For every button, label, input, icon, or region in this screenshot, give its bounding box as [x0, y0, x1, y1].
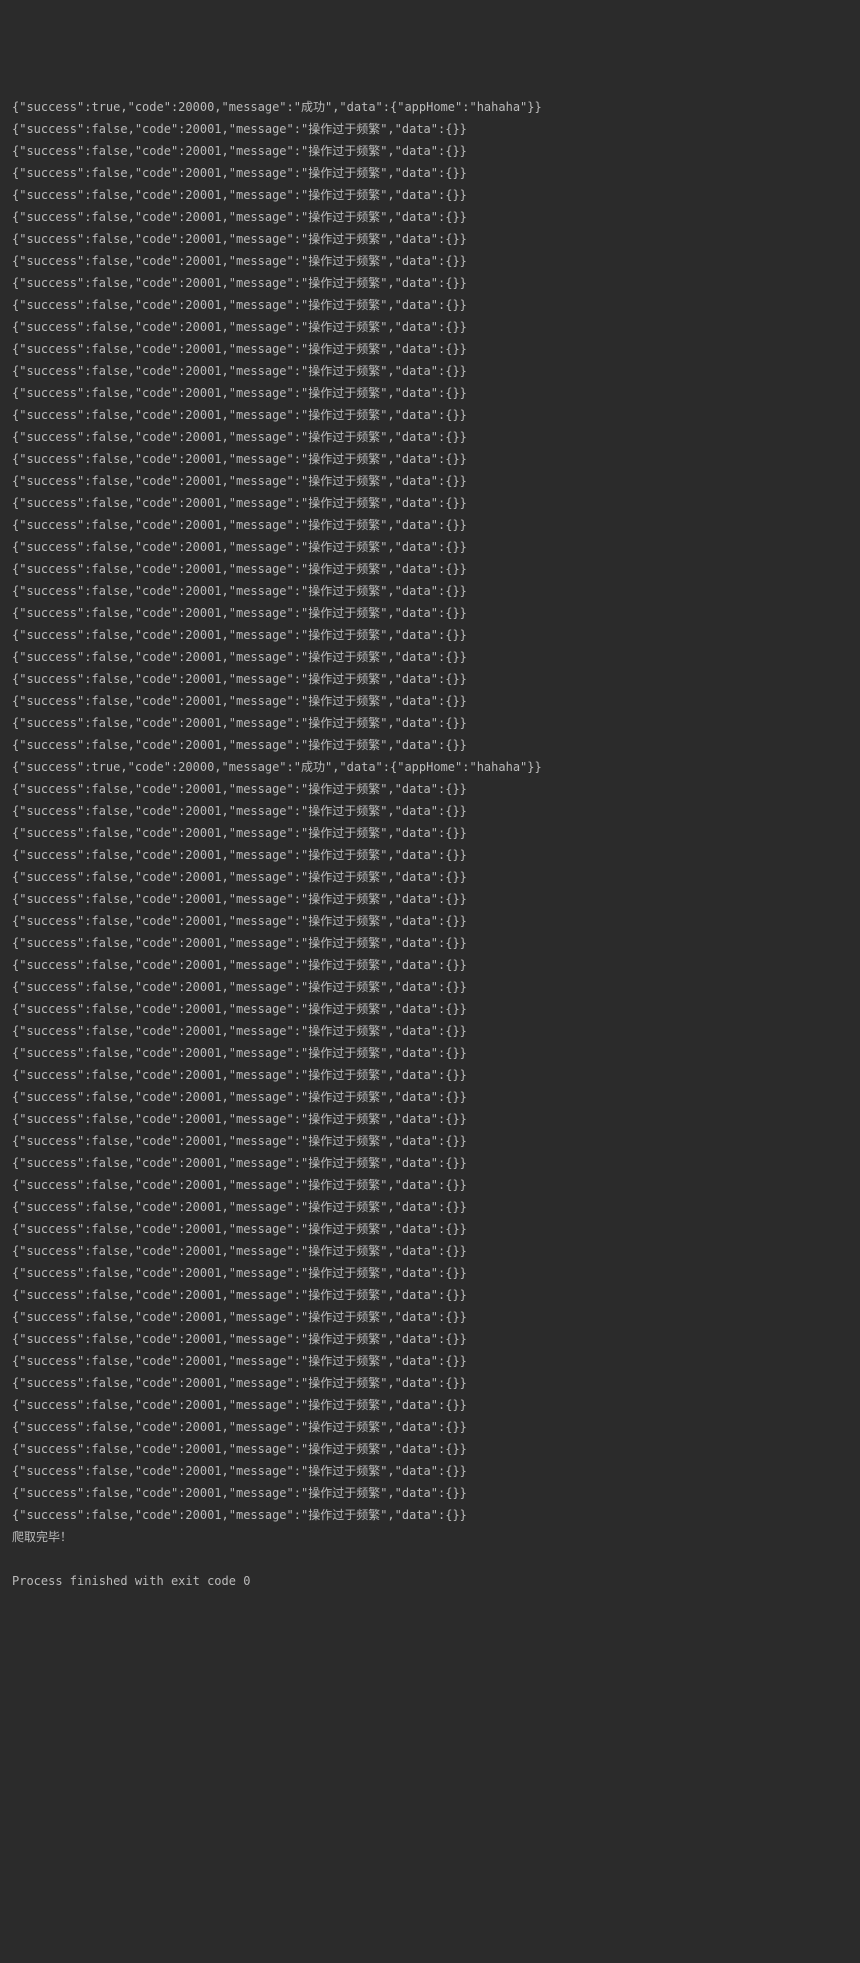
log-line-fail: {"success":false,"code":20001,"message":…: [12, 1262, 848, 1284]
log-line-fail: {"success":false,"code":20001,"message":…: [12, 536, 848, 558]
log-line-fail: {"success":false,"code":20001,"message":…: [12, 910, 848, 932]
log-line-fail: {"success":false,"code":20001,"message":…: [12, 1460, 848, 1482]
log-line-fail: {"success":false,"code":20001,"message":…: [12, 338, 848, 360]
log-line-fail: {"success":false,"code":20001,"message":…: [12, 822, 848, 844]
log-line-fail: {"success":false,"code":20001,"message":…: [12, 712, 848, 734]
log-line-fail: {"success":false,"code":20001,"message":…: [12, 1130, 848, 1152]
log-line-fail: {"success":false,"code":20001,"message":…: [12, 1504, 848, 1526]
log-line-fail: {"success":false,"code":20001,"message":…: [12, 866, 848, 888]
log-line-fail: {"success":false,"code":20001,"message":…: [12, 184, 848, 206]
log-line-fail: {"success":false,"code":20001,"message":…: [12, 800, 848, 822]
log-line-fail: {"success":false,"code":20001,"message":…: [12, 624, 848, 646]
log-line-fail: {"success":false,"code":20001,"message":…: [12, 1196, 848, 1218]
log-line-fail: {"success":false,"code":20001,"message":…: [12, 162, 848, 184]
log-line-fail: {"success":false,"code":20001,"message":…: [12, 1438, 848, 1460]
log-line-fail: {"success":false,"code":20001,"message":…: [12, 998, 848, 1020]
log-line-fail: {"success":false,"code":20001,"message":…: [12, 1284, 848, 1306]
log-line-fail: {"success":false,"code":20001,"message":…: [12, 954, 848, 976]
log-line-success: {"success":true,"code":20000,"message":"…: [12, 96, 848, 118]
log-line-fail: {"success":false,"code":20001,"message":…: [12, 492, 848, 514]
log-line-fail: {"success":false,"code":20001,"message":…: [12, 118, 848, 140]
log-line-fail: {"success":false,"code":20001,"message":…: [12, 1042, 848, 1064]
log-line-fail: {"success":false,"code":20001,"message":…: [12, 140, 848, 162]
log-line-fail: {"success":false,"code":20001,"message":…: [12, 294, 848, 316]
log-line-fail: {"success":false,"code":20001,"message":…: [12, 932, 848, 954]
log-line-fail: {"success":false,"code":20001,"message":…: [12, 272, 848, 294]
log-line-fail: {"success":false,"code":20001,"message":…: [12, 1394, 848, 1416]
log-line-success: {"success":true,"code":20000,"message":"…: [12, 756, 848, 778]
log-line-fail: {"success":false,"code":20001,"message":…: [12, 602, 848, 624]
log-line-fail: {"success":false,"code":20001,"message":…: [12, 580, 848, 602]
log-line-fail: {"success":false,"code":20001,"message":…: [12, 1328, 848, 1350]
log-line-fail: {"success":false,"code":20001,"message":…: [12, 734, 848, 756]
log-line-fail: {"success":false,"code":20001,"message":…: [12, 778, 848, 800]
log-line-fail: {"success":false,"code":20001,"message":…: [12, 844, 848, 866]
log-line-fail: {"success":false,"code":20001,"message":…: [12, 316, 848, 338]
log-line-fail: {"success":false,"code":20001,"message":…: [12, 1218, 848, 1240]
log-line-fail: {"success":false,"code":20001,"message":…: [12, 690, 848, 712]
log-line-fail: {"success":false,"code":20001,"message":…: [12, 1020, 848, 1042]
log-line-fail: {"success":false,"code":20001,"message":…: [12, 888, 848, 910]
log-line-blank: [12, 1548, 848, 1570]
log-line-fail: {"success":false,"code":20001,"message":…: [12, 1086, 848, 1108]
log-line-fail: {"success":false,"code":20001,"message":…: [12, 470, 848, 492]
log-line-exit: Process finished with exit code 0: [12, 1570, 848, 1592]
log-line-fail: {"success":false,"code":20001,"message":…: [12, 448, 848, 470]
log-line-fail: {"success":false,"code":20001,"message":…: [12, 1064, 848, 1086]
log-line-fail: {"success":false,"code":20001,"message":…: [12, 1416, 848, 1438]
log-line-fail: {"success":false,"code":20001,"message":…: [12, 668, 848, 690]
log-line-fail: {"success":false,"code":20001,"message":…: [12, 1350, 848, 1372]
log-line-fail: {"success":false,"code":20001,"message":…: [12, 514, 848, 536]
log-line-fail: {"success":false,"code":20001,"message":…: [12, 1174, 848, 1196]
log-line-fail: {"success":false,"code":20001,"message":…: [12, 360, 848, 382]
log-line-fail: {"success":false,"code":20001,"message":…: [12, 1306, 848, 1328]
log-line-fail: {"success":false,"code":20001,"message":…: [12, 382, 848, 404]
log-line-fail: {"success":false,"code":20001,"message":…: [12, 426, 848, 448]
log-line-fail: {"success":false,"code":20001,"message":…: [12, 646, 848, 668]
log-line-fail: {"success":false,"code":20001,"message":…: [12, 558, 848, 580]
log-line-fail: {"success":false,"code":20001,"message":…: [12, 1372, 848, 1394]
log-line-fail: {"success":false,"code":20001,"message":…: [12, 1482, 848, 1504]
log-line-fail: {"success":false,"code":20001,"message":…: [12, 250, 848, 272]
console-output: {"success":true,"code":20000,"message":"…: [12, 96, 848, 1592]
log-line-fail: {"success":false,"code":20001,"message":…: [12, 976, 848, 998]
log-line-fail: {"success":false,"code":20001,"message":…: [12, 228, 848, 250]
log-line-fail: {"success":false,"code":20001,"message":…: [12, 1240, 848, 1262]
log-line-fail: {"success":false,"code":20001,"message":…: [12, 1108, 848, 1130]
log-line-done: 爬取完毕！: [12, 1526, 848, 1548]
log-line-fail: {"success":false,"code":20001,"message":…: [12, 1152, 848, 1174]
log-line-fail: {"success":false,"code":20001,"message":…: [12, 206, 848, 228]
log-line-fail: {"success":false,"code":20001,"message":…: [12, 404, 848, 426]
